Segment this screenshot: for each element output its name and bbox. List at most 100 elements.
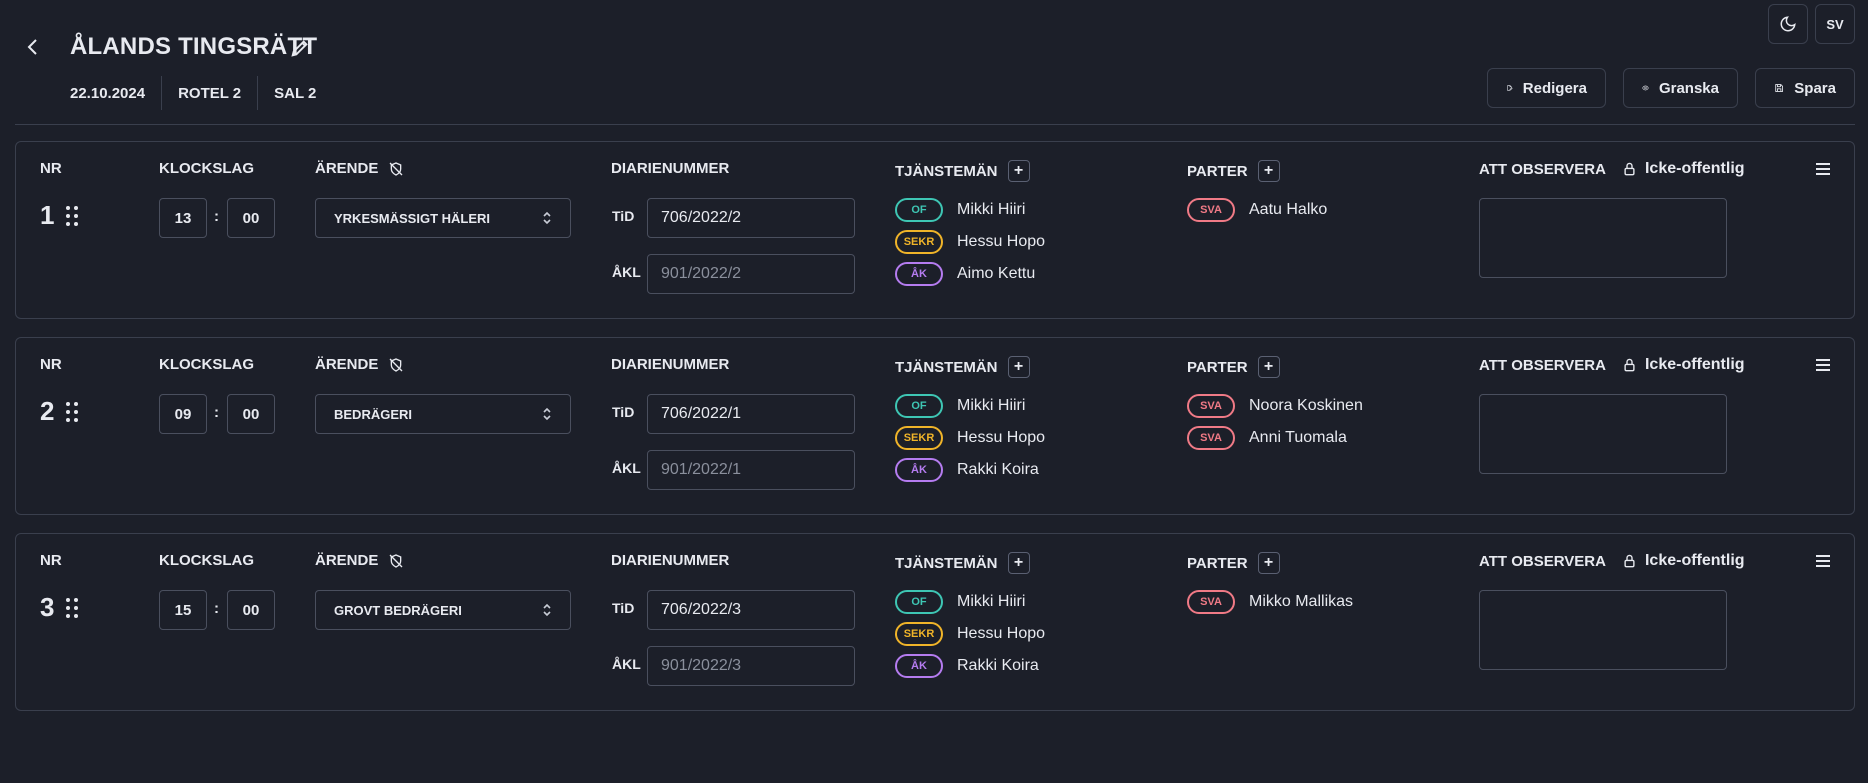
hour-input[interactable]: 13 [159,198,207,238]
minute-input[interactable]: 00 [227,590,275,630]
notes-textarea[interactable] [1479,394,1727,474]
nr-label: NR [40,160,62,177]
party-name: Anni Tuomala [1249,429,1347,446]
time-separator: : [214,600,219,617]
party-name: Mikko Mallikas [1249,593,1354,610]
edit-document-icon [1507,85,1513,91]
akl-input[interactable]: 901/2022/1 [647,450,855,490]
drag-handle-icon[interactable] [66,597,79,618]
akl-label: ÅKL [612,264,641,280]
case-type-value: BEDRÄGERI [334,406,413,422]
save-icon [1775,84,1784,92]
role-badge: SEKR [895,426,943,450]
menu-icon[interactable] [1816,359,1830,374]
page-title: ÅLANDS TINGSRÄTT [70,33,318,60]
official-item[interactable]: SEKR Hessu Hopo [895,230,1045,254]
save-button[interactable]: Spara [1755,68,1855,108]
save-button-label: Spara [1794,79,1836,97]
edit-button[interactable]: Redigera [1487,68,1606,108]
official-item[interactable]: OF Mikki Hiiri [895,590,1025,614]
menu-icon[interactable] [1816,163,1830,178]
tid-input[interactable]: 706/2022/1 [647,394,855,434]
add-party-button[interactable]: + [1257,552,1280,574]
hour-input[interactable]: 15 [159,590,207,630]
official-item[interactable]: ÅK Rakki Koira [895,654,1039,678]
official-item[interactable]: ÅK Rakki Koira [895,458,1039,482]
shield-off-icon[interactable] [388,553,404,569]
tid-input[interactable]: 706/2022/2 [647,198,855,238]
party-item[interactable]: SVA Noora Koskinen [1187,394,1363,418]
officials-label-text: TJÄNSTEMÄN [895,358,998,376]
session-rotel: ROTEL 2 [178,84,242,102]
notes-textarea[interactable] [1479,198,1727,278]
lock-icon [1624,162,1635,176]
pencil-icon [291,40,308,57]
case-type-select[interactable]: YRKESMÄSSIGT HÄLERI [315,198,571,238]
language-button[interactable]: SV [1815,4,1855,44]
case-number-value: 3 [40,592,55,622]
edit-title-button[interactable] [286,34,314,62]
party-item[interactable]: SVA Mikko Mallikas [1187,590,1353,614]
case-type-select[interactable]: BEDRÄGERI [315,394,571,434]
private-toggle[interactable]: Icke-offentlig [1622,552,1745,570]
official-item[interactable]: ÅK Aimo Kettu [895,262,1035,286]
chevron-up-down-icon [543,603,551,617]
official-item[interactable]: SEKR Hessu Hopo [895,622,1045,646]
minute-input[interactable]: 00 [227,394,275,434]
header-divider [15,124,1855,125]
official-item[interactable]: OF Mikki Hiiri [895,394,1025,418]
tid-label: TiD [612,404,635,420]
official-item[interactable]: OF Mikki Hiiri [895,198,1025,222]
notes-label-text: ATT OBSERVERA [1479,160,1606,178]
minute-input[interactable]: 00 [227,198,275,238]
official-item[interactable]: SEKR Hessu Hopo [895,426,1045,450]
role-badge: SEKR [895,622,943,646]
dark-mode-button[interactable] [1768,4,1808,44]
drag-handle-icon[interactable] [66,401,79,422]
private-toggle[interactable]: Icke-offentlig [1622,356,1745,374]
review-button-label: Granska [1658,79,1719,97]
back-button[interactable] [22,36,44,58]
officials-label-text: TJÄNSTEMÄN [895,162,998,180]
nr-label: NR [40,356,62,373]
party-item[interactable]: SVA Anni Tuomala [1187,426,1347,450]
parties-label-text: PARTER [1187,554,1248,572]
hour-input[interactable]: 09 [159,394,207,434]
eye-icon [1642,85,1649,91]
party-item[interactable]: SVA Aatu Halko [1187,198,1327,222]
nr-label: NR [40,552,62,569]
officials-label: TJÄNSTEMÄN + [895,552,1030,574]
case-type-select[interactable]: GROVT BEDRÄGERI [315,590,571,630]
drag-handle-icon[interactable] [66,205,79,226]
lock-icon [1624,358,1635,372]
tid-input[interactable]: 706/2022/3 [647,590,855,630]
akl-input[interactable]: 901/2022/2 [647,254,855,294]
officials-label: TJÄNSTEMÄN + [895,356,1030,378]
add-party-button[interactable]: + [1257,356,1280,378]
divider [257,76,259,110]
official-name: Hessu Hopo [957,429,1046,446]
official-name: Hessu Hopo [957,625,1046,642]
party-name: Noora Koskinen [1249,397,1363,414]
private-toggle[interactable]: Icke-offentlig [1622,160,1745,178]
time-separator: : [214,404,219,421]
parties-label-text: PARTER [1187,162,1248,180]
add-party-button[interactable]: + [1257,160,1280,182]
time-separator: : [214,208,219,225]
menu-icon[interactable] [1816,555,1830,570]
akl-input[interactable]: 901/2022/3 [647,646,855,686]
add-official-button[interactable]: + [1007,356,1030,378]
case-card-3: NR KLOCKSLAG ÄRENDE DIARIENUMMER TJÄNSTE… [15,533,1855,711]
add-official-button[interactable]: + [1007,552,1030,574]
case-type-value: YRKESMÄSSIGT HÄLERI [334,210,491,226]
lock-icon [1624,554,1635,568]
shield-off-icon[interactable] [388,161,404,177]
tid-label: TiD [612,600,635,616]
notes-textarea[interactable] [1479,590,1727,670]
private-label: Icke-offentlig [1644,552,1745,569]
review-button[interactable]: Granska [1623,68,1738,108]
add-official-button[interactable]: + [1007,160,1030,182]
notes-label: ATT OBSERVERA Icke-offentlig [1479,160,1745,178]
time-label: KLOCKSLAG [159,160,254,177]
shield-off-icon[interactable] [388,357,404,373]
